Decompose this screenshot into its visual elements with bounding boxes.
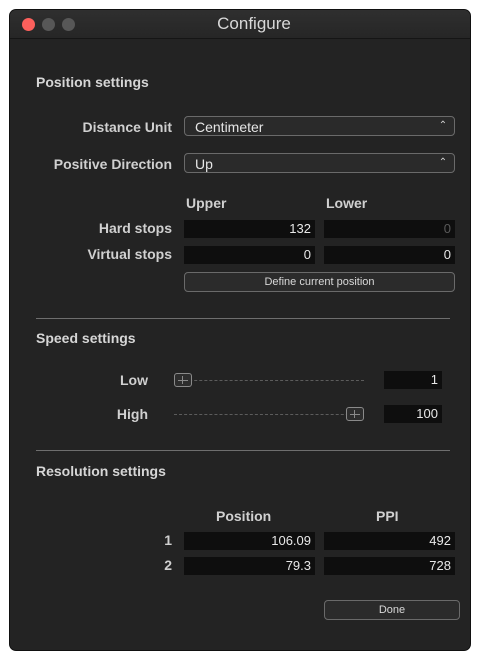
virtual-stops-upper-field[interactable]: 0 <box>184 246 315 264</box>
hard-stops-label: Hard stops <box>98 220 172 236</box>
resolution-ppi-header: PPI <box>376 508 399 524</box>
upper-column-header: Upper <box>186 195 227 211</box>
define-current-position-button[interactable]: Define current position <box>184 272 455 292</box>
select-chevron-icon: ⌃ <box>438 120 448 131</box>
section-divider <box>36 450 450 451</box>
hard-stops-lower-field[interactable]: 0 <box>324 220 455 238</box>
resolution-row-index: 1 <box>164 532 172 548</box>
resolution-row-2-position-field[interactable]: 79.3 <box>184 557 315 575</box>
speed-high-slider[interactable] <box>174 407 364 421</box>
speed-high-slider-thumb[interactable] <box>346 407 364 421</box>
lower-column-header: Lower <box>326 195 368 211</box>
speed-low-label: Low <box>120 372 148 388</box>
resolution-row-1-position-field[interactable]: 106.09 <box>184 532 315 550</box>
resolution-settings-title: Resolution settings <box>36 463 166 479</box>
positive-direction-label: Positive Direction <box>53 156 172 172</box>
positive-direction-value: Up <box>195 156 213 172</box>
resolution-row-index: 2 <box>164 557 172 573</box>
speed-settings-title: Speed settings <box>36 330 136 346</box>
speed-low-slider-thumb[interactable] <box>174 373 192 387</box>
position-settings-title: Position settings <box>36 74 149 90</box>
resolution-position-header: Position <box>216 508 272 524</box>
done-button[interactable]: Done <box>324 600 460 620</box>
speed-low-slider[interactable] <box>174 373 364 387</box>
configure-window: Configure Position settings Distance Uni… <box>10 10 470 650</box>
resolution-row-2-ppi-field[interactable]: 728 <box>324 557 455 575</box>
hard-stops-upper-field[interactable]: 132 <box>184 220 315 238</box>
title-bar: Configure <box>10 10 470 39</box>
speed-high-value-field[interactable]: 100 <box>384 405 442 423</box>
section-divider <box>36 318 450 319</box>
window-title: Configure <box>217 14 291 33</box>
speed-high-label: High <box>116 406 148 422</box>
virtual-stops-label: Virtual stops <box>87 246 172 262</box>
virtual-stops-lower-field[interactable]: 0 <box>324 246 455 264</box>
select-chevron-icon: ⌃ <box>438 157 448 168</box>
distance-unit-value: Centimeter <box>195 119 264 135</box>
distance-unit-label: Distance Unit <box>82 119 172 135</box>
distance-unit-select[interactable]: Centimeter ⌃ <box>184 116 455 136</box>
resolution-row-1-ppi-field[interactable]: 492 <box>324 532 455 550</box>
positive-direction-select[interactable]: Up ⌃ <box>184 153 455 173</box>
speed-low-value-field[interactable]: 1 <box>384 371 442 389</box>
